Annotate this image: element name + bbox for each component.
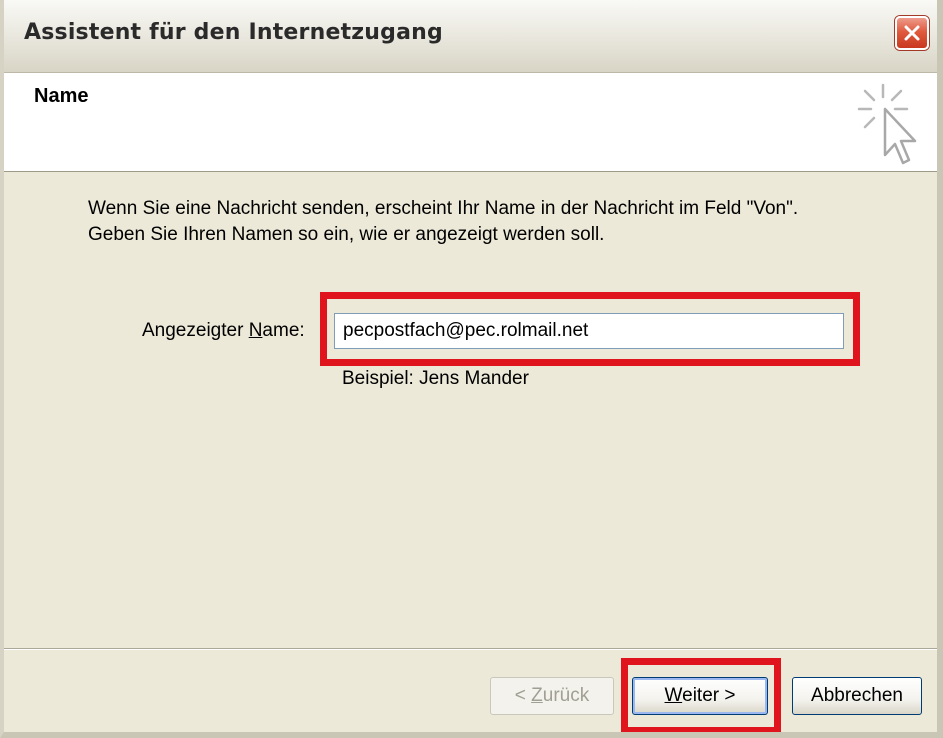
description-line-1: Wenn Sie eine Nachricht senden, erschein… xyxy=(88,198,799,219)
display-name-label: Angezeigter Name: xyxy=(142,320,305,342)
display-name-input[interactable] xyxy=(334,313,844,349)
title-bar[interactable]: Assistent für den Internetzugang xyxy=(4,0,937,73)
close-icon xyxy=(904,25,920,41)
cancel-button[interactable]: Abbrechen xyxy=(792,677,922,715)
wizard-header: Name xyxy=(4,73,937,172)
back-button[interactable]: < Zurück xyxy=(490,677,614,715)
description-line-2: Geben Sie Ihren Namen so ein, wie er ang… xyxy=(88,224,605,245)
label-suffix: ame: xyxy=(262,320,305,341)
next-accelerator: W xyxy=(664,685,683,706)
window-title: Assistent für den Internetzugang xyxy=(24,20,443,45)
back-accelerator: Z xyxy=(531,685,543,706)
label-accelerator: N xyxy=(248,320,263,341)
wizard-cursor-icon xyxy=(857,83,917,165)
description-text: Wenn Sie eine Nachricht senden, erschein… xyxy=(88,196,888,248)
next-button[interactable]: Weiter > xyxy=(632,677,768,715)
next-suffix: eiter > xyxy=(682,685,736,706)
wizard-window: Assistent für den Internetzugang Name We… xyxy=(0,0,943,738)
close-button[interactable] xyxy=(895,16,929,50)
back-suffix: urück xyxy=(542,685,590,706)
page-title: Name xyxy=(34,85,89,107)
example-hint: Beispiel: Jens Mander xyxy=(342,368,529,389)
wizard-content: Wenn Sie eine Nachricht senden, erschein… xyxy=(4,172,937,648)
back-prefix: < xyxy=(514,685,532,706)
button-bar: < Zurück Weiter > Abbrechen xyxy=(4,648,937,732)
label-prefix: Angezeigter xyxy=(142,320,249,341)
